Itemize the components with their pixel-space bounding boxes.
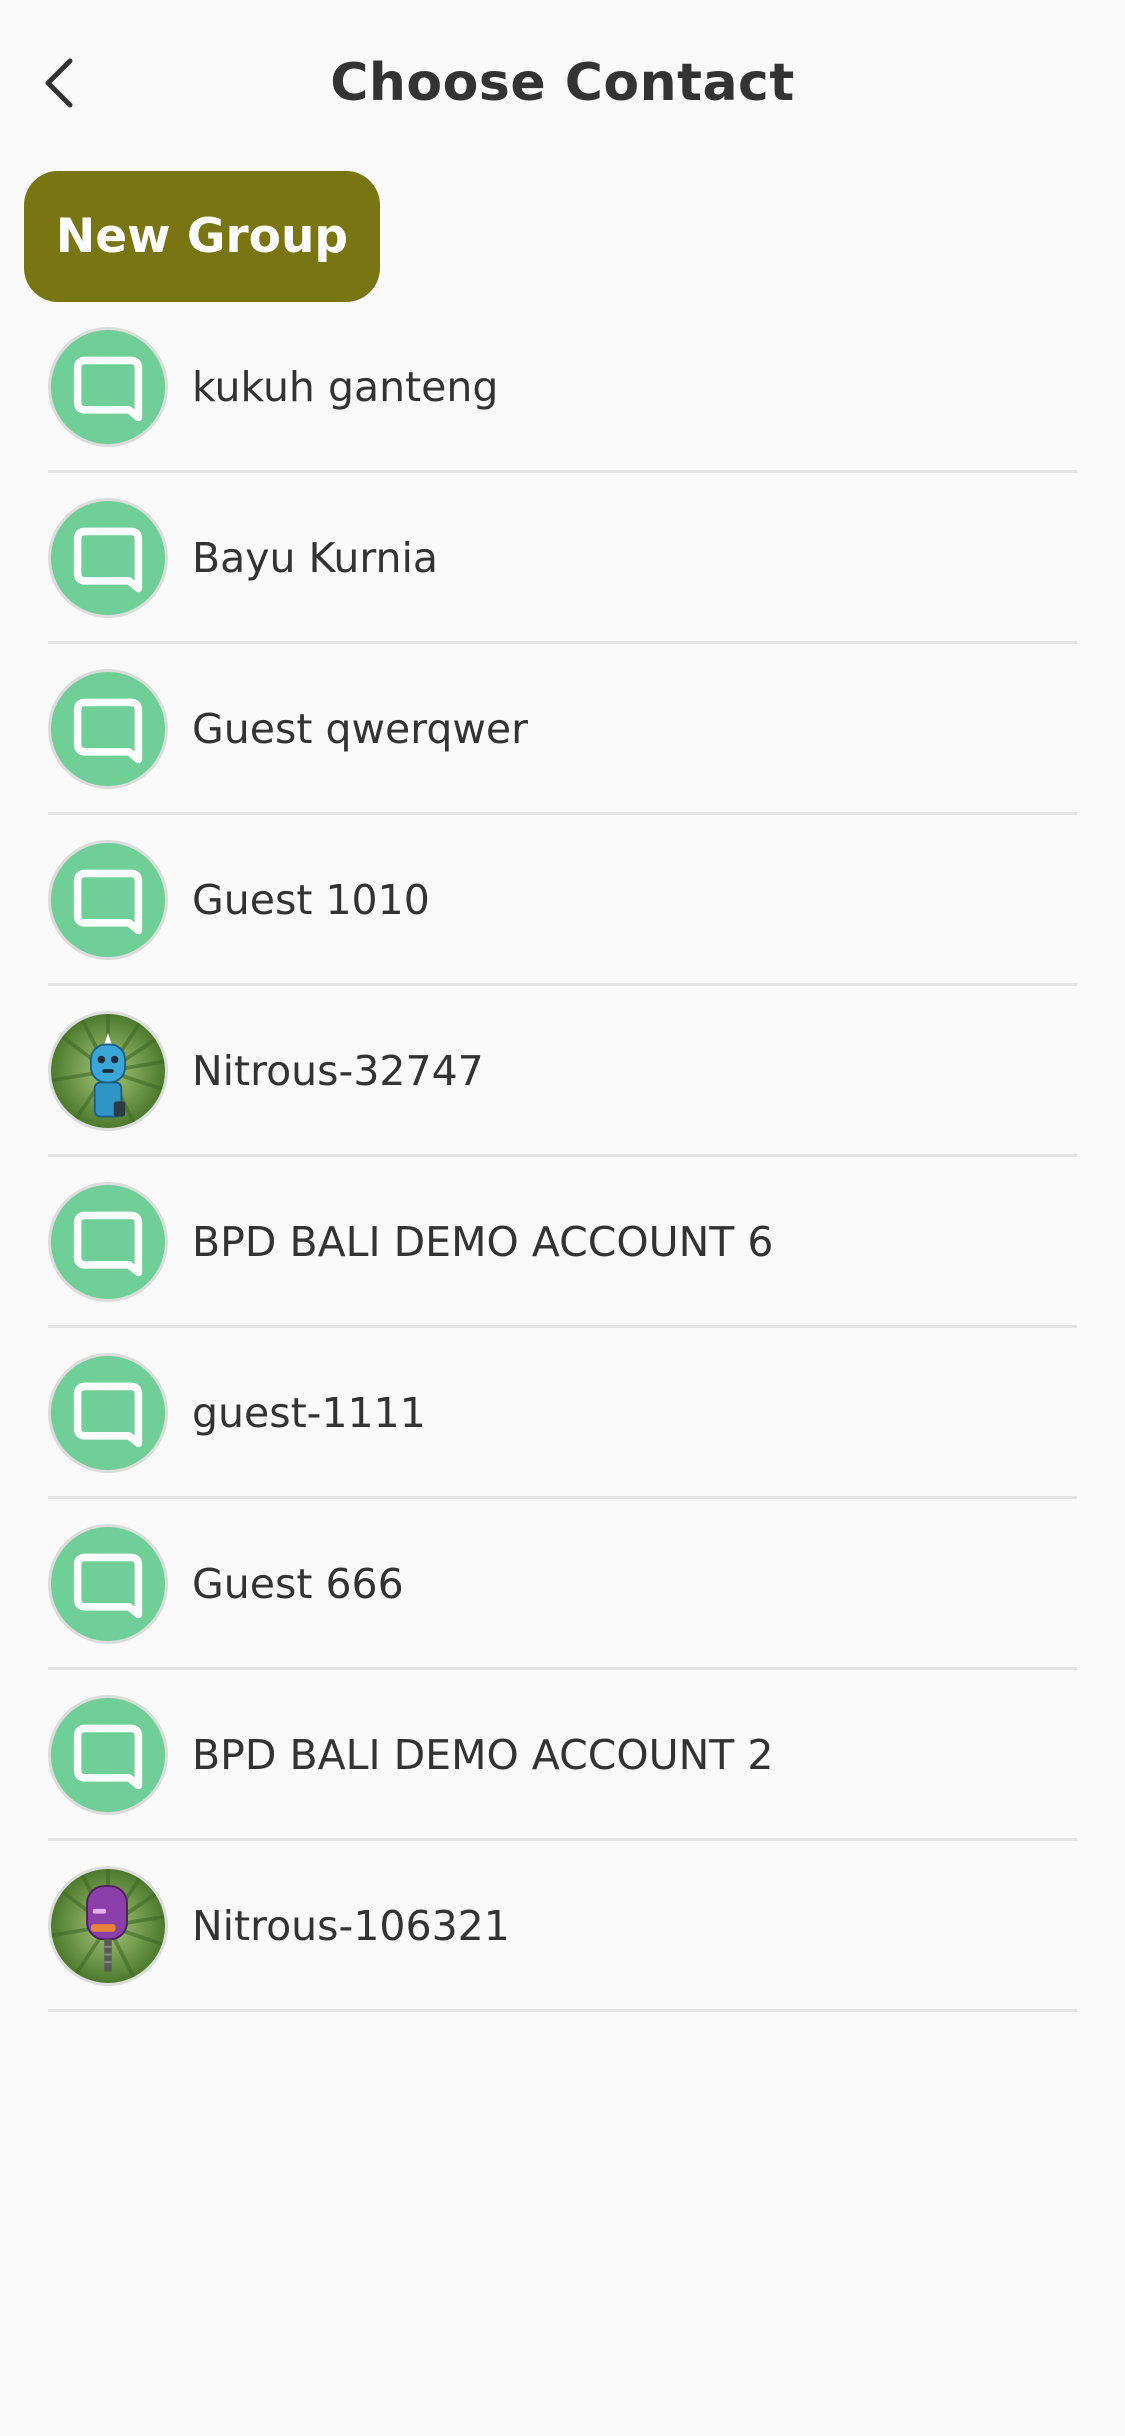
contact-name: guest-1111 [192,1389,426,1437]
contact-name: Nitrous-32747 [192,1047,484,1095]
chat-bubble-icon [48,1353,168,1473]
contact-row[interactable]: BPD BALI DEMO ACCOUNT 2 [0,1670,1125,1841]
contact-row[interactable]: Guest 1010 [0,815,1125,986]
robot-avatar-icon [48,1866,168,1986]
chat-bubble-icon [48,669,168,789]
contact-row[interactable]: Nitrous-32747 [0,986,1125,1157]
contact-row[interactable]: kukuh ganteng [0,302,1125,473]
contact-row[interactable]: guest-1111 [0,1328,1125,1499]
divider [48,2009,1077,2012]
contact-name: Guest 1010 [192,876,430,924]
chat-bubble-icon [48,498,168,618]
contact-row[interactable]: Guest 666 [0,1499,1125,1670]
chat-bubble-icon [48,1182,168,1302]
contact-name: BPD BALI DEMO ACCOUNT 6 [192,1218,774,1266]
robot-avatar-icon [48,1011,168,1131]
contact-name: Guest 666 [192,1560,404,1608]
contact-name: Nitrous-106321 [192,1902,510,1950]
contact-row[interactable]: BPD BALI DEMO ACCOUNT 6 [0,1157,1125,1328]
contact-list: kukuh ganteng Bayu Kurnia Guest qwerqwer… [0,302,1125,2012]
contact-name: Bayu Kurnia [192,534,438,582]
contact-row[interactable]: Bayu Kurnia [0,473,1125,644]
new-group-button[interactable]: New Group [24,171,380,302]
contact-name: kukuh ganteng [192,363,499,411]
chat-bubble-icon [48,1695,168,1815]
contact-row[interactable]: Guest qwerqwer [0,644,1125,815]
chat-bubble-icon [48,840,168,960]
app-header: Choose Contact [0,0,1125,165]
contact-name: Guest qwerqwer [192,705,529,753]
chat-bubble-icon [48,1524,168,1644]
contact-name: BPD BALI DEMO ACCOUNT 2 [192,1731,774,1779]
chat-bubble-icon [48,327,168,447]
contact-row[interactable]: Nitrous-106321 [0,1841,1125,2012]
page-title: Choose Contact [330,53,795,113]
